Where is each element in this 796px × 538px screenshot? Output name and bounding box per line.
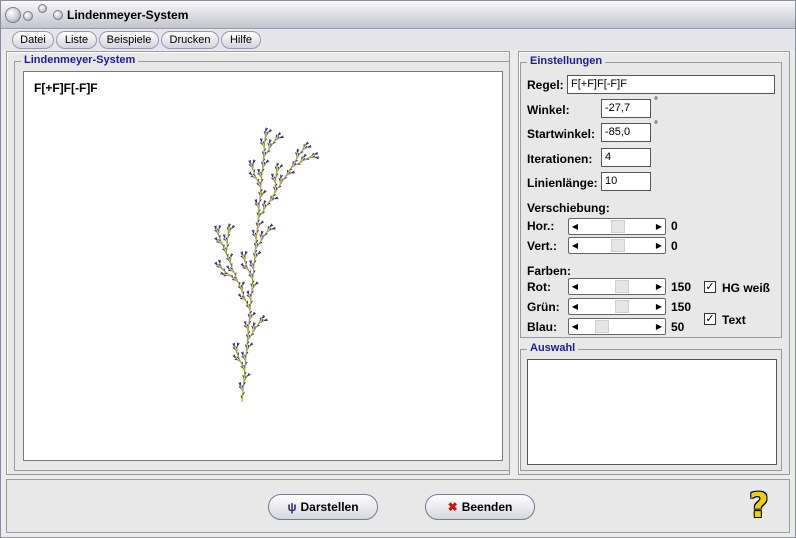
right-arrow-icon[interactable]: ▶ — [653, 279, 665, 294]
gruen-scrollbar[interactable]: ◀ ▶ — [568, 298, 666, 315]
regel-label: Regel: — [527, 78, 564, 92]
auswahl-group-title: Auswahl — [527, 342, 579, 354]
menu-bar: Datei Liste Beispiele Drucken Hilfe — [1, 30, 795, 50]
regel-input[interactable]: F[+F]F[-F]F — [567, 75, 775, 94]
window-maximize-button[interactable] — [38, 4, 47, 13]
left-arrow-icon[interactable]: ◀ — [569, 299, 581, 314]
scroll-thumb[interactable] — [611, 239, 625, 252]
gruen-value: 150 — [671, 300, 692, 314]
winkel-input[interactable]: -27,7 — [601, 99, 651, 118]
help-icon[interactable]: ? — [749, 487, 783, 525]
vert-label: Vert.: — [527, 239, 558, 253]
bottom-bar — [6, 479, 790, 533]
close-icon: ✖ — [447, 500, 458, 514]
hor-label: Hor.: — [527, 219, 555, 233]
scroll-thumb[interactable] — [615, 300, 629, 313]
rot-label: Rot: — [527, 280, 551, 294]
right-arrow-icon[interactable]: ▶ — [653, 319, 665, 334]
blau-label: Blau: — [527, 320, 557, 334]
winkel-degree-mark: ° — [654, 96, 658, 107]
right-arrow-icon[interactable]: ▶ — [653, 238, 665, 253]
plant-segment — [223, 273, 228, 276]
scroll-thumb[interactable] — [611, 220, 625, 233]
hor-scrollbar[interactable]: ◀ ▶ — [568, 218, 666, 235]
hg-weiss-label: HG weiß — [722, 281, 771, 295]
window-minimize-button[interactable] — [23, 11, 33, 21]
window-close-button[interactable] — [5, 7, 21, 23]
menu-hilfe[interactable]: Hilfe — [221, 31, 261, 49]
scroll-thumb[interactable] — [615, 280, 629, 293]
darstellen-button[interactable]: ψ Darstellen — [268, 494, 378, 520]
beenden-button[interactable]: ✖ Beenden — [425, 494, 535, 520]
menu-drucken[interactable]: Drucken — [161, 31, 219, 49]
auswahl-listbox[interactable] — [527, 359, 777, 465]
linienlaenge-label: Linienlänge: — [527, 176, 598, 190]
window-menu-button[interactable] — [53, 10, 63, 20]
menu-datei[interactable]: Datei — [12, 31, 54, 49]
vert-scrollbar[interactable]: ◀ ▶ — [568, 237, 666, 254]
blau-value: 50 — [671, 320, 685, 334]
left-arrow-icon[interactable]: ◀ — [569, 279, 581, 294]
linienlaenge-input[interactable]: 10 — [601, 172, 651, 191]
menu-beispiele[interactable]: Beispiele — [99, 31, 159, 49]
farben-label: Farben: — [527, 264, 572, 278]
canvas-group-title: Lindenmeyer-System — [21, 54, 139, 66]
text-label: Text — [722, 313, 746, 327]
startwinkel-input[interactable]: -85,0 — [601, 123, 651, 142]
iterationen-input[interactable]: 4 — [601, 148, 651, 167]
gruen-label: Grün: — [527, 300, 560, 314]
right-arrow-icon[interactable]: ▶ — [653, 219, 665, 234]
startwinkel-degree-mark: ° — [654, 120, 658, 131]
winkel-label: Winkel: — [527, 103, 570, 117]
window-title: Lindenmeyer-System — [67, 8, 189, 22]
app-window: Lindenmeyer-System Datei Liste Beispiele… — [0, 0, 796, 538]
drawing-canvas[interactable]: F[+F]F[-F]F — [23, 71, 503, 461]
vert-value: 0 — [671, 239, 678, 253]
beenden-button-label: Beenden — [461, 500, 513, 514]
scroll-thumb[interactable] — [595, 320, 609, 333]
right-arrow-icon[interactable]: ▶ — [653, 299, 665, 314]
plant-segment — [220, 273, 224, 275]
iterationen-label: Iterationen: — [527, 152, 593, 166]
verschiebung-label: Verschiebung: — [527, 201, 610, 215]
hg-weiss-checkbox[interactable]: ✓ — [704, 281, 716, 293]
settings-group-title: Einstellungen — [527, 55, 606, 67]
hor-value: 0 — [671, 219, 678, 233]
menu-liste[interactable]: Liste — [56, 31, 97, 49]
rot-value: 150 — [671, 280, 692, 294]
blau-scrollbar[interactable]: ◀ ▶ — [568, 318, 666, 335]
startwinkel-label: Startwinkel: — [527, 127, 596, 141]
title-bar: Lindenmeyer-System — [1, 1, 795, 29]
darstellen-button-label: Darstellen — [300, 500, 359, 514]
l-system-plant — [214, 127, 320, 403]
left-arrow-icon[interactable]: ◀ — [569, 219, 581, 234]
left-arrow-icon[interactable]: ◀ — [569, 319, 581, 334]
rot-scrollbar[interactable]: ◀ ▶ — [568, 278, 666, 295]
text-checkbox[interactable]: ✓ — [704, 313, 716, 325]
left-arrow-icon[interactable]: ◀ — [569, 238, 581, 253]
plant-icon: ψ — [287, 500, 297, 514]
